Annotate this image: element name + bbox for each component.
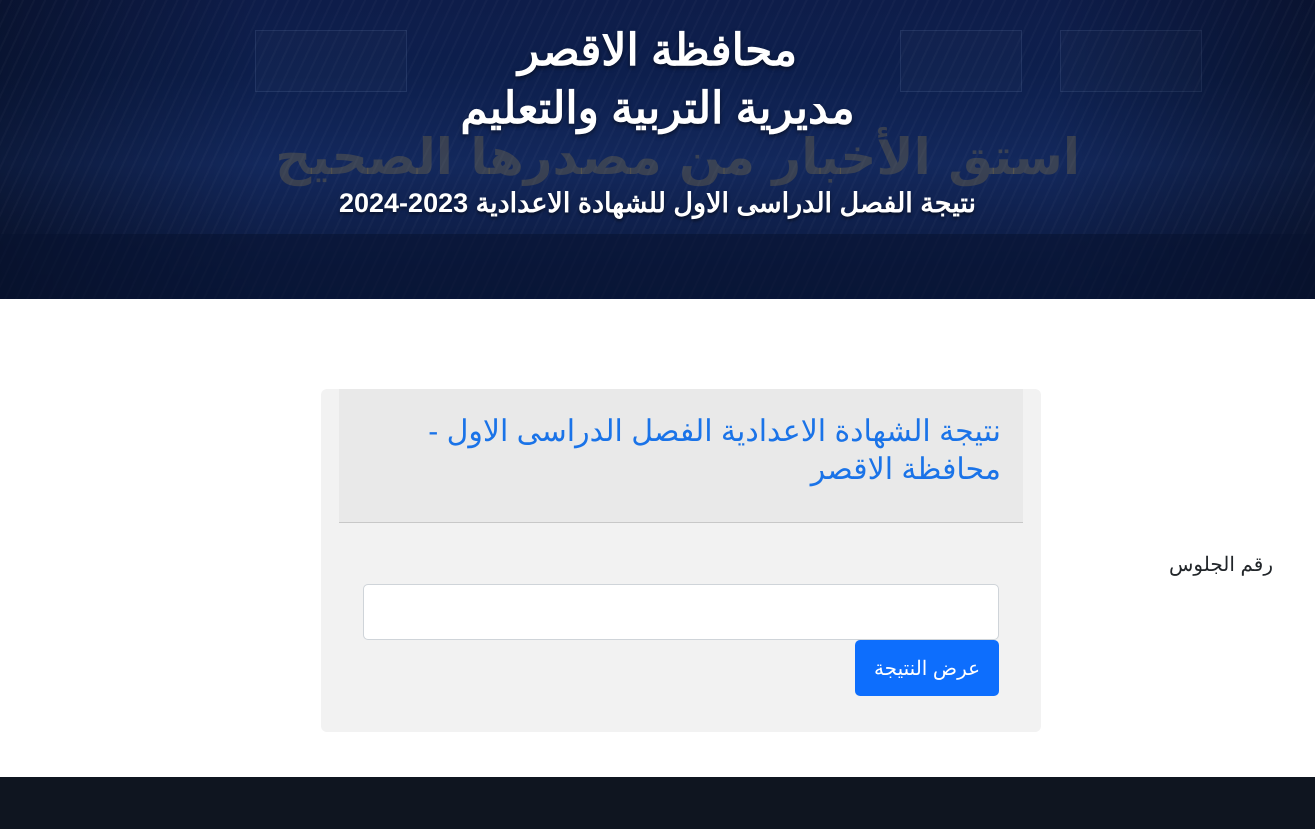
hero-banner: استق الأخبار من مصدرها الصحيح محافظة الا… [0, 0, 1315, 299]
page-title: محافظة الاقصر مديرية التربية والتعليم [0, 22, 1315, 138]
page-footer [0, 777, 1315, 829]
seat-number-input[interactable] [363, 584, 999, 640]
card-title: نتيجة الشهادة الاعدادية الفصل الدراسى ال… [428, 415, 1001, 486]
title-directorate: مديرية التربية والتعليم [460, 84, 855, 133]
seat-number-label: رقم الجلوس [1168, 554, 1273, 576]
hero-band [0, 234, 1315, 299]
show-result-button[interactable]: عرض النتيجة [855, 640, 999, 696]
page-subtitle: نتيجة الفصل الدراسى الاول للشهادة الاعدا… [338, 188, 977, 218]
card-header: نتيجة الشهادة الاعدادية الفصل الدراسى ال… [339, 389, 1023, 523]
title-governorate: محافظة الاقصر [517, 26, 798, 75]
